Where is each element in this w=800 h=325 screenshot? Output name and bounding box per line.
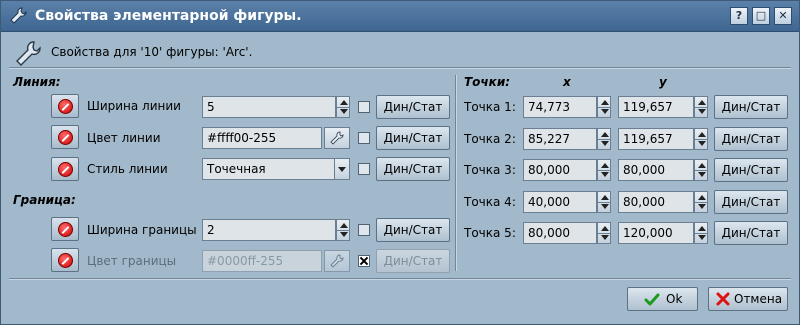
point-y-spinner[interactable] (694, 222, 708, 244)
point-dyn-button[interactable]: Дин/Стат (714, 158, 788, 182)
help-button[interactable]: ? (730, 7, 748, 25)
line-section-title: Линия: (13, 75, 61, 89)
line-style-dyn-button[interactable]: Дин/Стат (376, 157, 450, 181)
point-x-spinner[interactable] (597, 159, 611, 181)
close-icon (716, 292, 730, 306)
point-y-input[interactable]: 119,657 (618, 128, 694, 150)
border-width-label: Ширина границы (87, 223, 197, 237)
header-text: Свойства для '10' фигуры: 'Arc'. (51, 45, 253, 59)
point-label: Точка 1: (464, 100, 516, 114)
point-x-spinner[interactable] (597, 222, 611, 244)
checkmark-icon (644, 293, 660, 306)
point-y-input[interactable]: 120,000 (618, 222, 694, 244)
border-width-spinner[interactable] (336, 219, 350, 241)
reset-button[interactable] (51, 94, 79, 118)
cancel-button[interactable]: Отмена (708, 287, 788, 311)
point-dyn-button[interactable]: Дин/Стат (714, 190, 788, 214)
window-title: Свойства элементарной фигуры. (35, 8, 302, 24)
line-width-spinner[interactable] (336, 96, 350, 118)
border-color-input[interactable]: #0000ff-255 (202, 250, 322, 272)
point-y-spinner[interactable] (694, 96, 708, 118)
no-symbol-icon (58, 253, 73, 268)
point-x-input[interactable]: 74,773 (523, 96, 597, 118)
line-style-checkbox[interactable] (358, 163, 370, 175)
point-y-input[interactable]: 80,000 (618, 191, 694, 213)
point-x-input[interactable]: 80,000 (523, 222, 597, 244)
point-dyn-button[interactable]: Дин/Стат (714, 127, 788, 151)
reset-button[interactable] (51, 125, 79, 149)
close-button[interactable]: ✕ (774, 7, 792, 25)
border-color-dyn-button[interactable]: Дин/Стат (376, 249, 450, 273)
point-dyn-button[interactable]: Дин/Стат (714, 95, 788, 119)
y-column-header: y (659, 75, 667, 89)
line-color-dyn-button[interactable]: Дин/Стат (376, 126, 450, 150)
point-x-spinner[interactable] (597, 191, 611, 213)
no-symbol-icon (58, 162, 73, 177)
point-x-spinner[interactable] (597, 96, 611, 118)
point-x-input[interactable]: 85,227 (523, 128, 597, 150)
line-width-dyn-button[interactable]: Дин/Стат (376, 95, 450, 119)
line-color-label: Цвет линии (87, 131, 161, 145)
color-picker-button[interactable] (324, 250, 350, 272)
point-y-spinner[interactable] (694, 159, 708, 181)
ok-label: Ok (666, 292, 683, 306)
line-style-select[interactable]: Точечная (202, 158, 336, 180)
wrench-icon (330, 254, 344, 268)
no-symbol-icon (58, 130, 73, 145)
point-y-input[interactable]: 119,657 (618, 96, 694, 118)
line-width-input[interactable]: 5 (202, 96, 336, 118)
divider (9, 278, 791, 280)
border-width-checkbox[interactable] (358, 224, 370, 236)
point-label: Точка 2: (464, 132, 516, 146)
point-y-spinner[interactable] (694, 128, 708, 150)
line-color-input[interactable]: #ffff00-255 (202, 127, 322, 149)
divider (455, 75, 457, 271)
line-color-checkbox[interactable] (358, 132, 370, 144)
point-y-spinner[interactable] (694, 191, 708, 213)
reset-button[interactable] (51, 248, 79, 272)
reset-button[interactable] (51, 217, 79, 241)
point-y-input[interactable]: 80,000 (618, 159, 694, 181)
line-width-checkbox[interactable] (358, 101, 370, 113)
border-width-input[interactable]: 2 (202, 219, 336, 241)
color-picker-button[interactable] (324, 127, 350, 149)
x-column-header: x (563, 75, 571, 89)
ok-button[interactable]: Ok (627, 287, 698, 311)
border-color-label: Цвет границы (87, 254, 177, 268)
divider (9, 67, 791, 69)
chevron-down-icon[interactable] (334, 158, 350, 180)
wrench-icon (10, 7, 27, 24)
title-bar[interactable]: Свойства элементарной фигуры. ? □ ✕ (1, 1, 799, 32)
maximize-button[interactable]: □ (752, 7, 770, 25)
points-section-title: Точки: (464, 75, 511, 89)
cancel-label: Отмена (734, 292, 783, 306)
border-color-checkbox[interactable] (358, 255, 370, 267)
line-style-label: Стиль линии (87, 162, 168, 176)
point-x-input[interactable]: 80,000 (523, 159, 597, 181)
border-width-dyn-button[interactable]: Дин/Стат (376, 218, 450, 242)
point-label: Точка 4: (464, 195, 516, 209)
point-label: Точка 5: (464, 226, 516, 240)
point-x-spinner[interactable] (597, 128, 611, 150)
point-label: Точка 3: (464, 163, 516, 177)
reset-button[interactable] (51, 157, 79, 181)
no-symbol-icon (58, 222, 73, 237)
point-dyn-button[interactable]: Дин/Стат (714, 221, 788, 245)
line-width-label: Ширина линии (87, 99, 181, 113)
properties-dialog: Свойства элементарной фигуры. ? □ ✕ Свой… (0, 0, 800, 325)
point-x-input[interactable]: 40,000 (523, 191, 597, 213)
wrench-icon (16, 41, 41, 66)
border-section-title: Граница: (13, 193, 76, 207)
wrench-icon (330, 131, 344, 145)
no-symbol-icon (58, 99, 73, 114)
